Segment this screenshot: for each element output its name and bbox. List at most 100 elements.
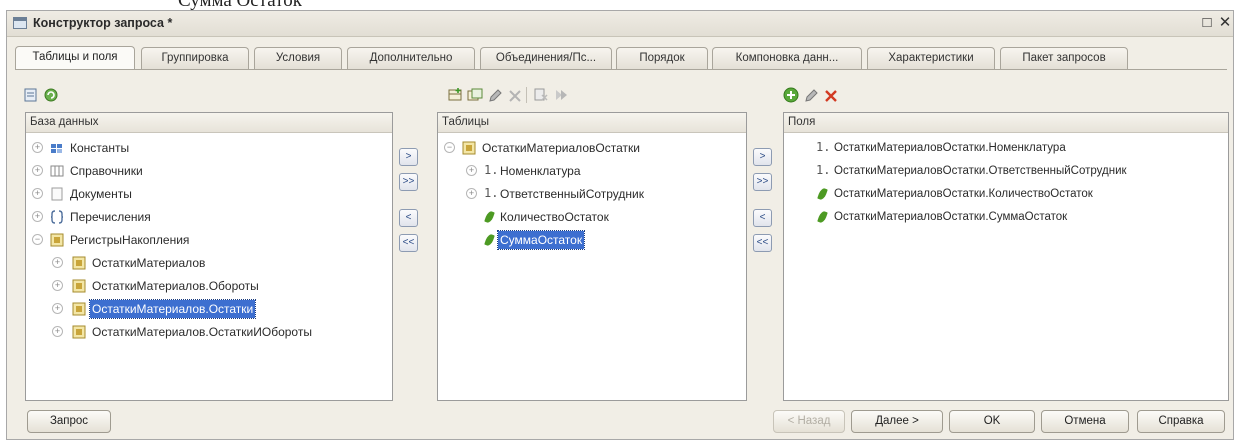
tab-additional[interactable]: Дополнительно	[347, 47, 475, 69]
add-all-button[interactable]: >>	[399, 173, 418, 191]
field-label: ОстаткиМатериаловОстатки.Номенклатура	[834, 142, 1066, 154]
ok-button[interactable]: OK	[949, 410, 1035, 433]
add-nested-table-icon[interactable]	[467, 87, 483, 103]
tab-grouping[interactable]: Группировка	[141, 47, 249, 69]
tree-item-accumulation-registers[interactable]: − РегистрыНакопления	[26, 229, 386, 251]
tree-item-documents[interactable]: + Документы	[26, 183, 386, 205]
dimension-icon: 1.	[484, 163, 499, 177]
top-cropped-text: Сумма Остаток	[0, 0, 1240, 10]
edit-field-icon[interactable]	[803, 88, 819, 104]
maximize-icon[interactable]: □	[1199, 15, 1215, 31]
expand-icon[interactable]: +	[52, 280, 63, 291]
field-row[interactable]: 1. ОстаткиМатериаловОстатки.Ответственны…	[784, 160, 1224, 182]
expand-icon[interactable]: +	[52, 257, 63, 268]
field-row[interactable]: ОстаткиМатериаловОстатки.СуммаОстаток	[784, 206, 1224, 228]
tree-item-constants[interactable]: + Константы	[26, 137, 386, 159]
query-builder-window: Конструктор запроса * □ ✕ Таблицы и поля…	[6, 10, 1234, 440]
tree-item-catalogs[interactable]: + Справочники	[26, 160, 386, 182]
tree-item-label: РегистрыНакопления	[70, 233, 190, 247]
table-field-label: Номенклатура	[500, 164, 581, 178]
field-row[interactable]: ОстаткиМатериаловОстатки.КоличествоОстат…	[784, 183, 1224, 205]
query-wizard-icon[interactable]	[553, 87, 569, 103]
table-field-quantity-balance[interactable]: КоличествоОстаток	[438, 206, 738, 228]
expand-icon[interactable]: +	[32, 211, 43, 222]
add-field-icon[interactable]	[783, 87, 799, 103]
cancel-button[interactable]: Отмена	[1041, 410, 1129, 433]
tree-item-label: Константы	[70, 141, 130, 155]
tree-item-register-materials[interactable]: + ОстаткиМатериалов	[26, 252, 386, 274]
next-button[interactable]: Далее >	[851, 410, 943, 433]
register-icon	[50, 233, 64, 247]
delete-table-icon[interactable]	[507, 88, 523, 104]
register-icon	[72, 256, 86, 270]
add-table-icon[interactable]	[447, 87, 463, 103]
tree-item-label: Документы	[70, 187, 132, 201]
remove-selected-button[interactable]: <	[399, 209, 418, 227]
resource-icon	[817, 187, 828, 201]
field-row[interactable]: 1. ОстаткиМатериаловОстатки.Номенклатура	[784, 137, 1224, 159]
expand-icon[interactable]: +	[32, 142, 43, 153]
register-icon	[72, 279, 86, 293]
table-item-balances[interactable]: − ОстаткиМатериаловОстатки	[438, 137, 738, 159]
help-button[interactable]: Справка	[1137, 410, 1225, 433]
dimension-icon: 1.	[816, 140, 831, 154]
register-icon	[72, 325, 86, 339]
table-field-label: КоличествоОстаток	[500, 210, 609, 224]
replace-table-icon[interactable]	[533, 87, 549, 103]
field-label: ОстаткиМатериаловОстатки.КоличествоОстат…	[834, 188, 1093, 200]
database-header: База данных	[26, 113, 392, 133]
edit-pencil-icon[interactable]	[487, 88, 503, 104]
tab-characteristics[interactable]: Характеристики	[867, 47, 995, 69]
add-all-fields-button[interactable]: >>	[753, 173, 772, 191]
resource-icon	[817, 210, 828, 224]
remove-all-fields-button[interactable]: <<	[753, 234, 772, 252]
top-fragment-text: Сумма Остаток	[178, 0, 302, 10]
add-selected-button[interactable]: >	[399, 148, 418, 166]
fields-panel: Поля 1. ОстаткиМатериаловОстатки.Номенкл…	[783, 112, 1229, 401]
add-field-button[interactable]: >	[753, 148, 772, 166]
collapse-icon[interactable]: −	[444, 142, 455, 153]
refresh-database-icon[interactable]	[43, 87, 59, 103]
back-button[interactable]: < Назад	[773, 410, 845, 433]
tree-item-label: Перечисления	[70, 210, 151, 224]
expand-icon[interactable]: +	[466, 188, 477, 199]
tree-item-register-turnovers[interactable]: + ОстаткиМатериалов.Обороты	[26, 275, 386, 297]
expand-icon[interactable]: +	[32, 188, 43, 199]
tab-order[interactable]: Порядок	[616, 47, 708, 69]
window-title: Конструктор запроса *	[33, 16, 173, 30]
open-table-icon[interactable]	[23, 87, 39, 103]
collapse-icon[interactable]: −	[32, 234, 43, 245]
tree-item-enums[interactable]: + Перечисления	[26, 206, 386, 228]
expand-icon[interactable]: +	[466, 165, 477, 176]
dimension-icon: 1.	[484, 186, 499, 200]
tab-data-composition[interactable]: Компоновка данн...	[712, 47, 862, 69]
field-label: ОстаткиМатериаловОстатки.СуммаОстаток	[834, 211, 1068, 223]
tab-tables-and-fields[interactable]: Таблицы и поля	[15, 46, 135, 70]
remove-all-button[interactable]: <<	[399, 234, 418, 252]
table-field-sum-balance[interactable]: СуммаОстаток	[438, 229, 738, 251]
close-icon[interactable]: ✕	[1217, 15, 1233, 31]
delete-field-icon[interactable]	[823, 88, 839, 104]
expand-icon[interactable]: +	[52, 303, 63, 314]
tree-item-register-balances-turnovers[interactable]: + ОстаткиМатериалов.ОстаткиИОбороты	[26, 321, 386, 343]
catalogs-icon	[50, 165, 64, 177]
tree-item-label: Справочники	[70, 164, 143, 178]
tab-conditions[interactable]: Условия	[254, 47, 342, 69]
resource-icon	[484, 233, 495, 247]
tab-query-batch[interactable]: Пакет запросов	[1000, 47, 1128, 69]
title-bar: Конструктор запроса * □ ✕	[7, 11, 1233, 37]
fields-header: Поля	[784, 113, 1228, 133]
tree-item-label: ОстаткиМатериалов.ОстаткиИОбороты	[92, 325, 312, 339]
query-button[interactable]: Запрос	[27, 410, 111, 433]
tab-unions[interactable]: Объединения/Пс...	[480, 47, 612, 69]
register-icon	[462, 141, 476, 155]
dimension-icon: 1.	[816, 163, 831, 177]
expand-icon[interactable]: +	[32, 165, 43, 176]
tree-item-register-balances[interactable]: + ОстаткиМатериалов.Остатки	[26, 298, 386, 320]
table-field-responsible[interactable]: + 1. ОтветственныйСотрудник	[438, 183, 738, 205]
resource-icon	[484, 210, 495, 224]
remove-field-button[interactable]: <	[753, 209, 772, 227]
table-field-nomenclature[interactable]: + 1. Номенклатура	[438, 160, 738, 182]
documents-icon	[51, 187, 63, 201]
expand-icon[interactable]: +	[52, 326, 63, 337]
